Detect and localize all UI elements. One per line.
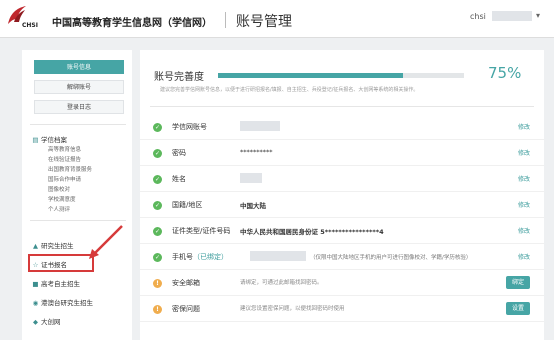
field-label: 密保问题 (172, 305, 200, 313)
account-row-nationality: ✓ 国籍/地区 中国大陆 修改 (140, 192, 544, 218)
account-row-security-email: ! 安全邮箱 请绑定，可通过此邮箱找回密码。 绑定 (140, 270, 544, 296)
account-row-password: ✓ 密码 ********** 修改 (140, 140, 544, 166)
field-value: 中国大陆 (240, 202, 266, 210)
grad-cap-icon: ▲ (33, 242, 38, 250)
main-panel: 账号完善度 75% 建议您完善学信网账号信息，以便于进行研招报名/填报、自主招生… (140, 50, 544, 340)
field-value: 中华人民共和国居民身份证 5****************4 (240, 228, 384, 236)
sidebar-button-unbind-account[interactable]: 解绑账号 (34, 80, 124, 94)
modify-link[interactable]: 修改 (518, 252, 530, 261)
progress-bar-fill (218, 73, 403, 78)
highlight-box-annotation (28, 254, 94, 272)
check-icon: ✓ (153, 175, 162, 184)
field-label: 学信网账号 (172, 123, 207, 131)
exam-icon: ■ (32, 280, 39, 288)
top-header: CHSI 中国高等教育学生信息网（学信网） 账号管理 chsi ▾ (0, 0, 554, 38)
sidebar-subitem[interactable]: 出国教育背景服务 (48, 165, 92, 173)
modify-link[interactable]: 修改 (518, 174, 530, 183)
progress-value: 75% (488, 64, 522, 82)
field-label: 安全邮箱 (172, 279, 200, 287)
lightbulb-icon: ◆ (33, 318, 38, 326)
modify-link[interactable]: 修改 (518, 122, 530, 131)
account-row-name: ✓ 姓名 修改 (140, 166, 544, 192)
field-label: 手机号（已绑定） (172, 253, 228, 261)
field-value: 请绑定，可通过此邮箱找回密码。 (240, 280, 323, 286)
progress-bar (218, 73, 464, 78)
sidebar-button-account-info[interactable]: 账号信息 (34, 60, 124, 74)
bound-tag: （已绑定） (193, 253, 228, 261)
check-icon: ✓ (153, 253, 162, 262)
sidebar-group-hk-macao-taiwan[interactable]: ◉ 港澳台研究生招生 (32, 297, 93, 307)
sidebar-button-login-log[interactable]: 登录日志 (34, 100, 124, 114)
field-label: 密码 (172, 149, 186, 157)
warning-icon: ! (153, 279, 162, 288)
completion-tip: 建议您完善学信网账号信息，以便于进行研招报名/填报、自主招生、兵役登记/征兵报名… (160, 87, 419, 93)
sidebar-subitem[interactable]: 学校满意度 (48, 195, 76, 203)
bind-email-button[interactable]: 绑定 (506, 276, 530, 289)
sidebar-group-independent-admission[interactable]: ■ 高考自主招生 (32, 278, 80, 288)
sidebar-group-grad-admission[interactable]: ▲ 研究生招生 (32, 240, 74, 250)
field-value: ********** (240, 148, 273, 156)
check-icon: ✓ (153, 227, 162, 236)
sidebar-divider (30, 220, 126, 221)
logo-text: CHSI (22, 22, 38, 29)
sidebar-subitem[interactable]: 国际合作申请 (48, 175, 81, 183)
redacted-value (240, 173, 262, 183)
sidebar-subitem[interactable]: 图像校对 (48, 185, 70, 193)
check-icon: ✓ (153, 149, 162, 158)
progress-label: 账号完善度 (154, 72, 204, 83)
modify-link[interactable]: 修改 (518, 200, 530, 209)
check-icon: ✓ (153, 123, 162, 132)
user-name-redacted[interactable] (492, 11, 532, 21)
sidebar-group-innovation[interactable]: ◆ 大创网 (32, 316, 61, 326)
main-divider (150, 106, 534, 107)
folder-icon: ▤ (32, 136, 39, 144)
sidebar-group-archive[interactable]: ▤ 学信档案 (32, 134, 67, 144)
header-separator (225, 12, 226, 28)
account-row-id-document: ✓ 证件类型/证件号码 中华人民共和国居民身份证 5**************… (140, 218, 544, 244)
user-menu-caret-icon[interactable]: ▾ (536, 11, 540, 20)
redacted-value (250, 251, 306, 261)
field-label: 证件类型/证件号码 (172, 227, 231, 235)
account-row-phone: ✓ 手机号（已绑定） （仅限中国大陆地区手机的用户可进行图像校对、学籍/学历核验… (140, 244, 544, 270)
phone-note: （仅限中国大陆地区手机的用户可进行图像校对、学籍/学历核验） (310, 255, 472, 261)
modify-link[interactable]: 修改 (518, 148, 530, 157)
modify-link[interactable]: 修改 (518, 226, 530, 235)
warning-icon: ! (153, 305, 162, 314)
field-label: 国籍/地区 (172, 201, 203, 209)
user-prefix[interactable]: chsi (470, 12, 486, 21)
sidebar: 账号信息 解绑账号 登录日志 ▤ 学信档案 高等教育信息 在线验证报告 出国教育背… (22, 50, 132, 340)
field-label: 姓名 (172, 175, 186, 183)
set-security-question-button[interactable]: 设置 (506, 302, 530, 315)
globe-icon: ◉ (32, 299, 39, 307)
sidebar-subitem[interactable]: 个人测评 (48, 205, 70, 213)
site-name[interactable]: 中国高等教育学生信息网（学信网） (52, 14, 212, 29)
account-row-security-question: ! 密保问题 建议您设置密保问题，以便找回密码时使用 设置 (140, 296, 544, 322)
sidebar-subitem[interactable]: 高等教育信息 (48, 145, 81, 153)
field-value: 建议您设置密保问题，以便找回密码时使用 (240, 306, 345, 312)
page-title: 账号管理 (236, 14, 292, 30)
sidebar-subitem[interactable]: 在线验证报告 (48, 155, 81, 163)
redacted-value (240, 121, 280, 131)
sidebar-divider (30, 124, 126, 125)
account-row-username: ✓ 学信网账号 修改 (140, 114, 544, 140)
check-icon: ✓ (153, 201, 162, 210)
